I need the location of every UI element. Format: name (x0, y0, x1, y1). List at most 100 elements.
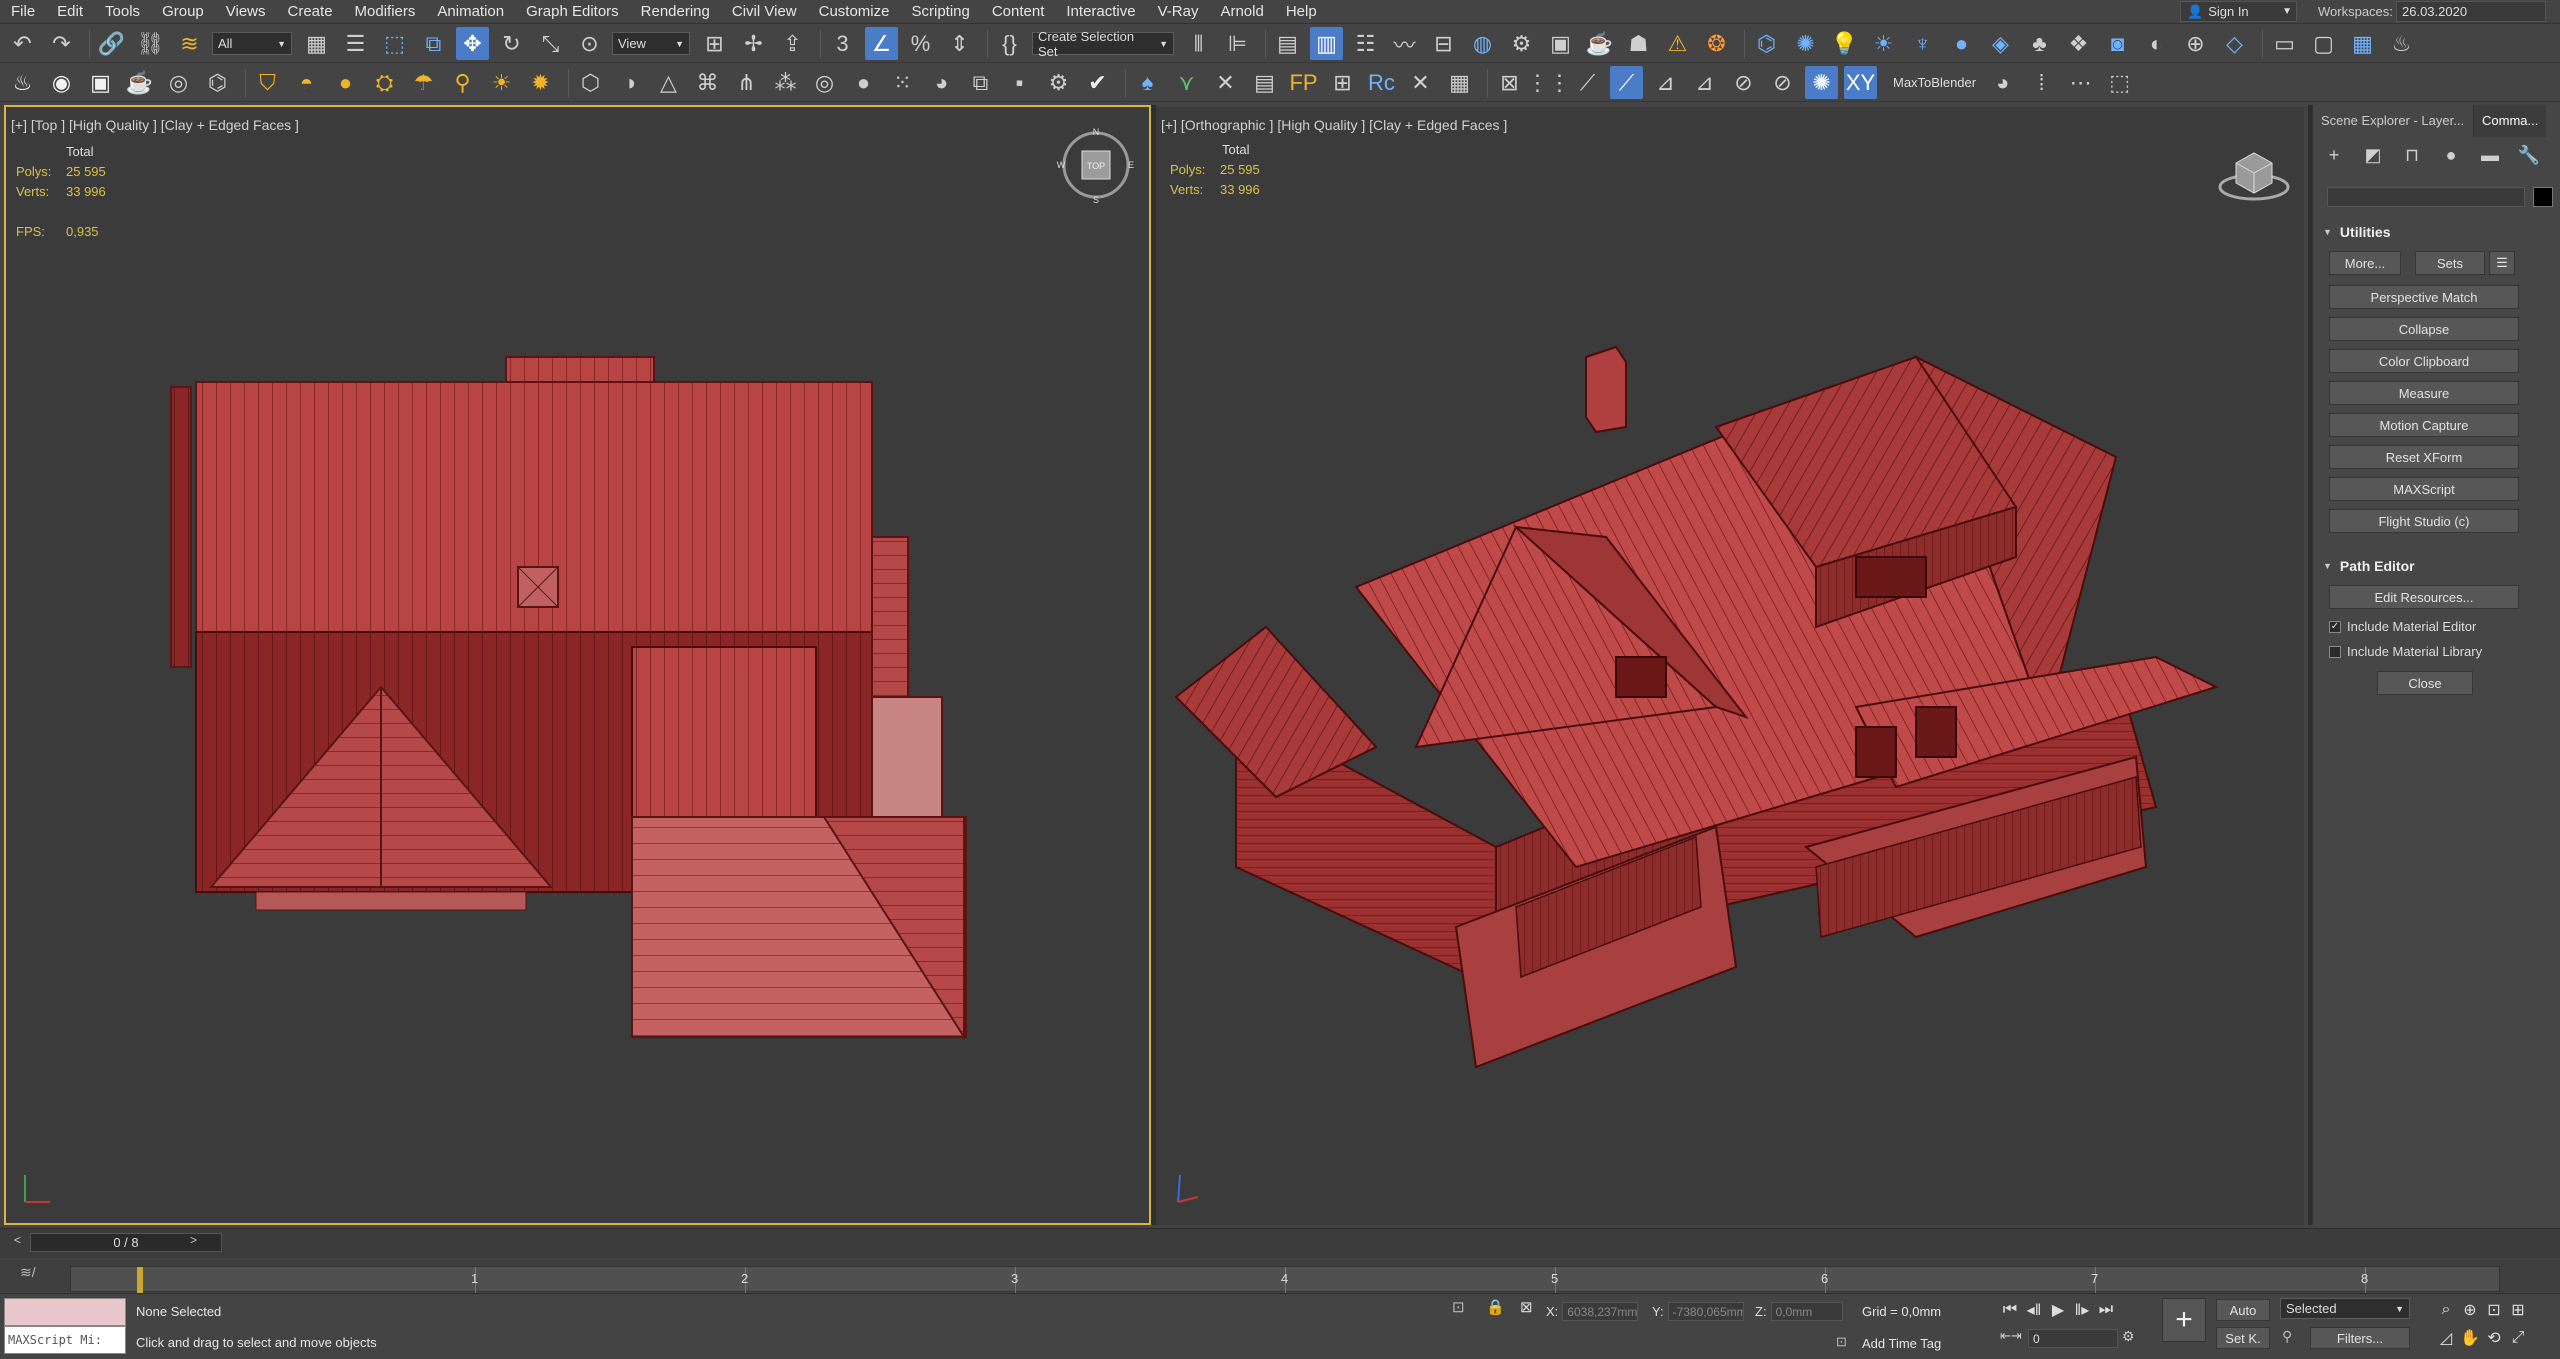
zoom-extents-icon[interactable]: ⊡ (2482, 1298, 2506, 1322)
orbit-icon[interactable]: ⟲ (2482, 1326, 2506, 1350)
menu-item-arnold[interactable]: Arnold (1209, 3, 1274, 20)
tab-command-panel[interactable]: Comma... (2473, 105, 2547, 137)
key-props-icon[interactable]: ⚲ (2282, 1328, 2292, 1345)
layout-icon[interactable]: ◇ (2218, 27, 2251, 60)
close-button[interactable]: Close (2377, 671, 2473, 695)
select-object-icon[interactable]: ▦ (300, 27, 333, 60)
list-icon[interactable]: ▤ (1248, 66, 1281, 99)
vfb-icon[interactable]: ◐ (2140, 27, 2173, 60)
named-selection-dropdown[interactable]: Create Selection Set ▼ (1032, 29, 1174, 59)
tools-icon[interactable]: ✕ (1209, 66, 1242, 99)
house-ortho-view[interactable] (1156, 107, 2304, 1225)
y-field[interactable]: -7380,065mm (1667, 1302, 1744, 1321)
snap-face-icon[interactable]: ⊿ (1688, 66, 1721, 99)
menu-item-scripting[interactable]: Scripting (900, 3, 980, 20)
go-to-end-icon[interactable]: ⏭ (2094, 1298, 2118, 1322)
edit-resources-button[interactable]: Edit Resources... (2329, 585, 2519, 609)
selection-lock-icon[interactable]: 🔒 (1486, 1298, 1508, 1320)
measure-tool-icon[interactable]: ⟋ (1571, 66, 1604, 99)
key-filter-dropdown[interactable]: Selected ▼ (2280, 1298, 2410, 1319)
path-editor-header[interactable]: ▼ Path Editor (2321, 555, 2553, 577)
isolate-icon[interactable]: ⊡ (1452, 1298, 1474, 1320)
viewport-orthographic[interactable]: [+] [Orthographic ] [High Quality ] [Cla… (1156, 107, 2304, 1225)
mesh-icon[interactable]: ◈ (1984, 27, 2017, 60)
current-frame-field[interactable]: 0 (2028, 1329, 2118, 1348)
menu-item-modifiers[interactable]: Modifiers (344, 3, 427, 20)
house-top-view[interactable] (6, 107, 1151, 1225)
redo-icon[interactable]: ↷ (45, 27, 78, 60)
layer-explorer-icon[interactable]: ▤ (1271, 27, 1304, 60)
camera-icon[interactable]: ⌬ (201, 66, 234, 99)
grass-icon[interactable]: ⋎ (1170, 66, 1203, 99)
go-to-start-icon[interactable]: ⏮ (1998, 1298, 2022, 1322)
add-time-tag[interactable]: Add Time Tag (1862, 1336, 1941, 1351)
bulb-icon[interactable]: 💡 (1828, 27, 1861, 60)
teapot-icon[interactable]: ♨ (2385, 27, 2418, 60)
align-icon[interactable]: ⊫ (1221, 27, 1254, 60)
include-material-library-row[interactable]: Include Material Library (2329, 644, 2553, 659)
link-icon[interactable]: 🔗 (95, 27, 128, 60)
time-config-icon[interactable]: ⚙ (2122, 1328, 2135, 1345)
checker-icon[interactable]: ⊠ (1493, 66, 1526, 99)
vray-light-icon[interactable]: ✺ (1789, 27, 1822, 60)
ref-coord-dropdown[interactable]: View ▼ (612, 32, 690, 55)
undo-icon[interactable]: ↶ (6, 27, 39, 60)
box-icon[interactable]: ⬡ (574, 66, 607, 99)
arnold-icon[interactable]: ❂ (1700, 27, 1733, 60)
menu-item-customize[interactable]: Customize (808, 3, 901, 20)
aerial-icon[interactable]: ⌘ (691, 66, 724, 99)
dotted-rect-icon[interactable]: ⬚ (2103, 66, 2136, 99)
object-color-swatch[interactable] (2533, 187, 2553, 207)
vray-render-icon[interactable]: ◉ (45, 66, 78, 99)
auto-key-button[interactable]: Auto (2216, 1299, 2270, 1321)
menu-item-create[interactable]: Create (277, 3, 344, 20)
sparkle-icon[interactable]: ✹ (524, 66, 557, 99)
current-frame-marker[interactable] (137, 1267, 143, 1293)
ipr-icon[interactable]: ☕ (123, 66, 156, 99)
spinner-snap-icon[interactable]: ⇕ (943, 27, 976, 60)
modify-icon[interactable]: ◩ (2360, 142, 2386, 168)
viewport-config-icon[interactable]: ▢ (2307, 27, 2340, 60)
menu-item-animation[interactable]: Animation (426, 3, 515, 20)
object-name-field[interactable] (2327, 187, 2525, 207)
pivot-center-icon[interactable]: ⊞ (698, 27, 731, 60)
teapot-icon[interactable]: ♨ (6, 66, 39, 99)
sun-light-icon[interactable]: ☀ (485, 66, 518, 99)
play-icon[interactable]: ▶ (2046, 1298, 2070, 1322)
vray-camera-icon[interactable]: ⌬ (1750, 27, 1783, 60)
palette-icon[interactable]: ◕ (925, 66, 958, 99)
material-icon[interactable]: ◎ (162, 66, 195, 99)
percent-snap-icon[interactable]: % (904, 27, 937, 60)
volume-icon[interactable]: △ (652, 66, 685, 99)
include-material-library-checkbox[interactable] (2329, 645, 2341, 658)
keyboard-shortcut-icon[interactable]: ⇪ (776, 27, 809, 60)
window-icon[interactable]: ▭ (2268, 27, 2301, 60)
menu-item-views[interactable]: Views (215, 3, 277, 20)
rect-selection-icon[interactable]: ⬚ (378, 27, 411, 60)
select-manipulate-icon[interactable]: ✢ (737, 27, 770, 60)
x-field[interactable]: 6038,237mm (1562, 1302, 1639, 1321)
next-key-icon[interactable]: ‖▸ (2070, 1298, 2094, 1322)
rendered-frame-icon[interactable]: ▣ (1544, 27, 1577, 60)
maxtoblender-label[interactable]: MaxToBlender (1893, 75, 1976, 90)
select-rotate-icon[interactable]: ↻ (495, 27, 528, 60)
bind-space-warp-icon[interactable]: ≋ (173, 27, 206, 60)
ribbon-toggle-icon[interactable]: ▥ (1310, 27, 1343, 60)
maxscript-listener[interactable]: MAXScript Mi: (4, 1326, 126, 1354)
lock-icon[interactable]: ⊕ (2179, 27, 2212, 60)
edit-named-sets-icon[interactable]: {} (993, 27, 1026, 60)
scene-explorer-icon[interactable]: ☷ (1349, 27, 1382, 60)
configure-sets-icon[interactable]: ☰ (2489, 251, 2515, 275)
window-crossing-icon[interactable]: ⧉ (417, 27, 450, 60)
object-props-icon[interactable]: ▪ (1003, 66, 1036, 99)
set-key-big-button[interactable]: + (2162, 1298, 2206, 1342)
menu-item-graph-editors[interactable]: Graph Editors (515, 3, 630, 20)
frame-buffer-icon[interactable]: ◙ (2101, 27, 2134, 60)
absolute-mode-icon[interactable]: ⊠ (1520, 1298, 1542, 1320)
snap-grid-icon[interactable]: ⋮⋮ (1527, 66, 1571, 99)
motion-icon[interactable]: ● (2438, 142, 2464, 168)
util-color-clipboard[interactable]: Color Clipboard (2329, 349, 2519, 373)
forest-icon[interactable]: ♠ (1131, 66, 1164, 99)
time-tag-icon[interactable]: ⊡ (1836, 1334, 1847, 1350)
warning-icon[interactable]: ⚠ (1661, 27, 1694, 60)
